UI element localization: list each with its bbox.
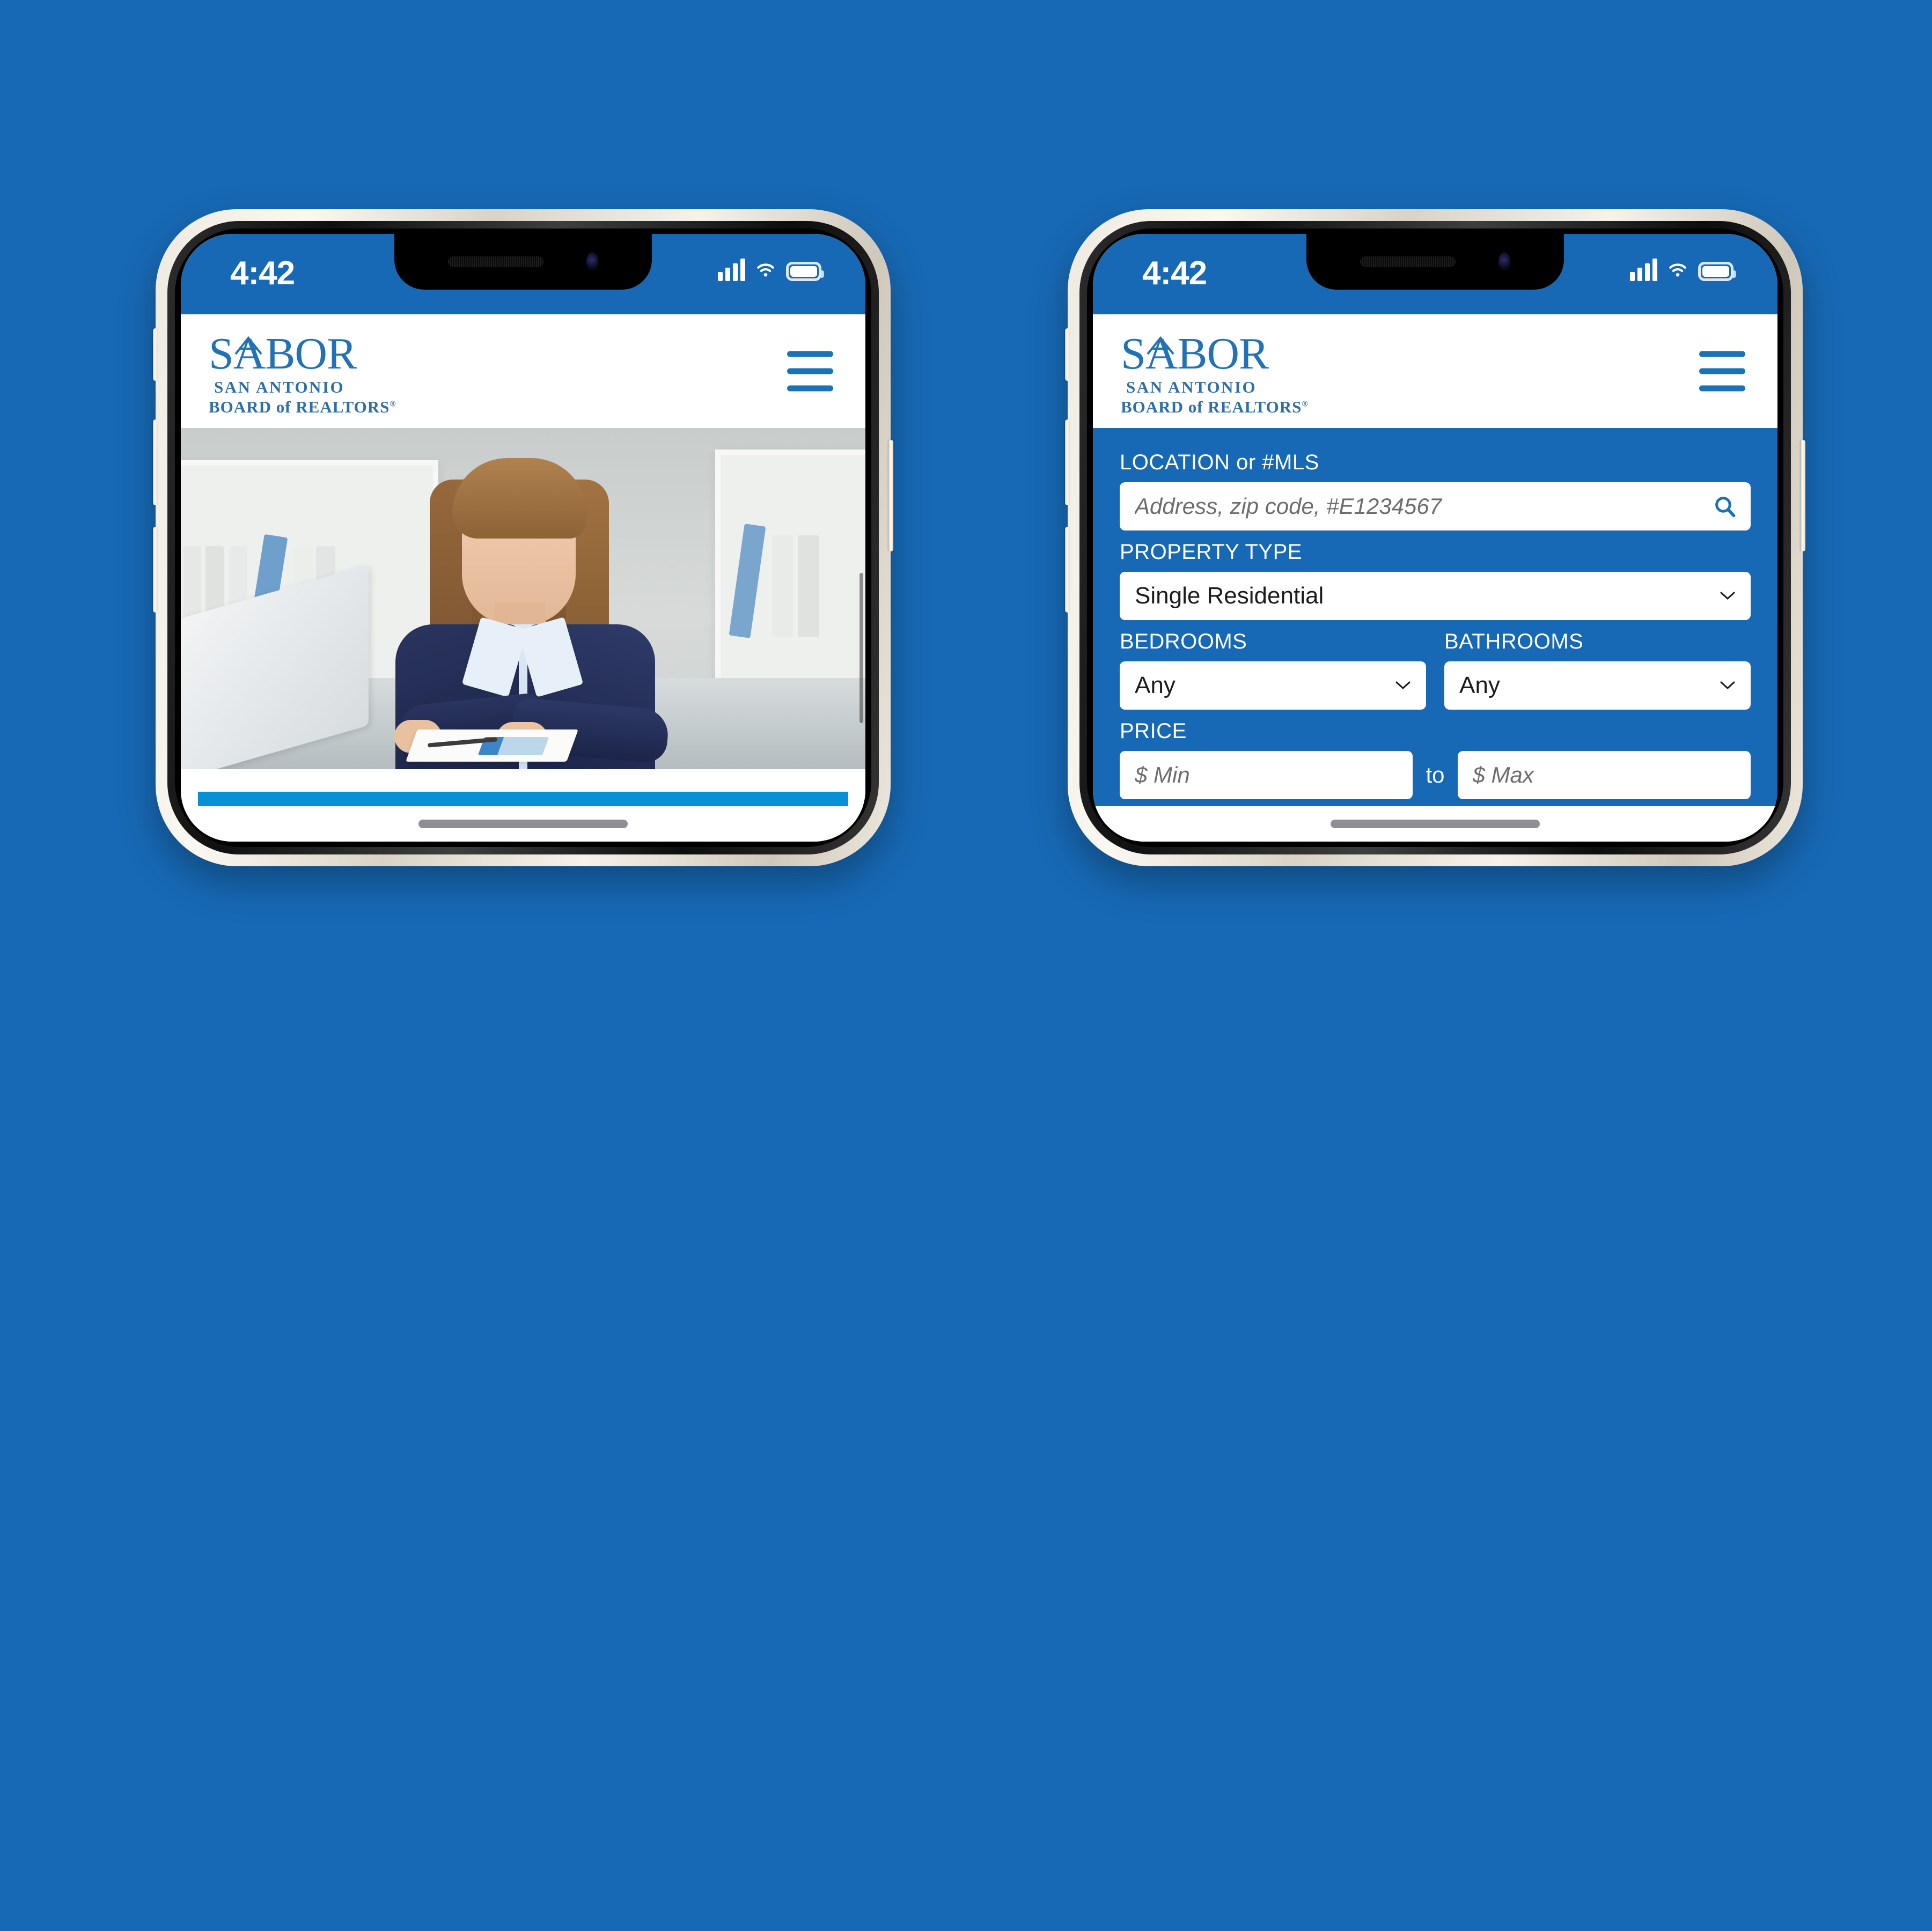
search-filters-panel: LOCATION or #MLS PROPERTY TYPE Single Re… [1093,428,1777,842]
power-button[interactable] [1801,440,1805,551]
volume-up-button[interactable] [153,419,158,505]
mute-switch-button[interactable] [153,328,158,381]
location-label: LOCATION or #MLS [1120,451,1319,474]
volume-up-button[interactable] [1065,419,1070,505]
bathrooms-group: BATHROOMS Any [1444,620,1751,710]
battery-icon [1698,262,1736,281]
wifi-icon [1669,263,1686,277]
status-bar: 4:42 [181,234,865,314]
earpiece-speaker [448,256,543,267]
home-indicator-area [181,806,865,842]
earpiece-speaker [1360,256,1456,267]
logo-subtitle-1: SAN ANTONIO [1126,377,1257,396]
logo-wordmark: SABOR [1121,329,1269,379]
property-type-label: PROPERTY TYPE [1120,540,1302,564]
logo-subtitle-2: BOARD of REALTORS® [209,397,396,416]
wifi-icon [757,263,774,277]
roof-icon [234,336,262,355]
screen-left: 4:42 SABOR SAN ANTONIO BOARD of REALTORS… [181,234,865,842]
roof-icon [1147,336,1174,355]
front-camera [1498,252,1510,271]
logo-subtitle-1: SAN ANTONIO [214,377,345,396]
screen-right: 4:42 SABOR SAN ANTONIO BOARD of REALTORS… [1093,234,1777,842]
search-button[interactable] [1705,487,1745,526]
sabor-logo: SABOR SAN ANTONIO BOARD of REALTORS® [209,331,396,417]
front-camera [586,252,598,271]
bedrooms-group: BEDROOMS Any [1120,620,1426,710]
hamburger-menu-icon[interactable] [787,351,833,392]
status-time: 4:42 [1142,255,1207,292]
notch [1306,234,1564,290]
scrollbar[interactable] [860,573,863,723]
bedrooms-select[interactable]: Any [1120,661,1426,710]
home-indicator[interactable] [418,820,628,828]
power-button[interactable] [888,440,893,551]
person-photo [335,447,711,769]
scene: 4:42 SABOR SAN ANTONIO BOARD of REALTORS… [0,0,1932,1931]
notch [394,234,652,290]
cellular-signal-icon [718,259,745,281]
status-icons [718,259,824,281]
hero-image [181,428,865,769]
sabor-logo: SABOR SAN ANTONIO BOARD of REALTORS® [1121,331,1309,417]
chevron-down-icon [1720,681,1735,690]
property-type-select[interactable]: Single Residential [1120,572,1751,620]
volume-down-button[interactable] [153,527,158,613]
price-row: to [1120,751,1751,799]
chevron-down-icon [1395,681,1411,690]
cellular-signal-icon [1630,259,1657,281]
chevron-down-icon [1720,592,1735,600]
status-bar: 4:42 [1093,234,1777,314]
app-header-left: SABOR SAN ANTONIO BOARD of REALTORS® [181,314,865,428]
app-header-right: SABOR SAN ANTONIO BOARD of REALTORS® [1093,314,1777,428]
price-max-input[interactable] [1457,751,1751,799]
location-input-wrapper [1120,482,1751,530]
bathrooms-select[interactable]: Any [1444,661,1751,710]
phone-right: 4:42 SABOR SAN ANTONIO BOARD of REALTORS… [1065,209,1805,866]
logo-subtitle-2: BOARD of REALTORS® [1121,397,1309,416]
bedrooms-value: Any [1135,672,1176,698]
phone-left: 4:42 SABOR SAN ANTONIO BOARD of REALTORS… [153,209,893,866]
bathrooms-value: Any [1459,672,1500,698]
status-icons [1630,259,1736,281]
home-indicator[interactable] [1331,820,1540,828]
bed-bath-row: BEDROOMS Any BATHROOMS Any [1120,620,1751,710]
search-icon [1715,497,1736,518]
price-to-label: to [1426,762,1445,787]
home-indicator-area [1093,806,1777,842]
search-input[interactable] [1120,482,1751,530]
mute-switch-button[interactable] [1065,328,1070,381]
bathrooms-label: BATHROOMS [1444,630,1584,653]
volume-down-button[interactable] [1065,527,1070,613]
status-time: 4:42 [230,255,295,292]
hamburger-menu-icon[interactable] [1699,351,1745,392]
bedrooms-label: BEDROOMS [1120,630,1247,653]
property-type-value: Single Residential [1135,583,1324,609]
battery-icon [786,262,824,281]
price-label: PRICE [1120,719,1187,743]
price-min-input[interactable] [1120,751,1413,799]
logo-wordmark: SABOR [209,329,357,379]
